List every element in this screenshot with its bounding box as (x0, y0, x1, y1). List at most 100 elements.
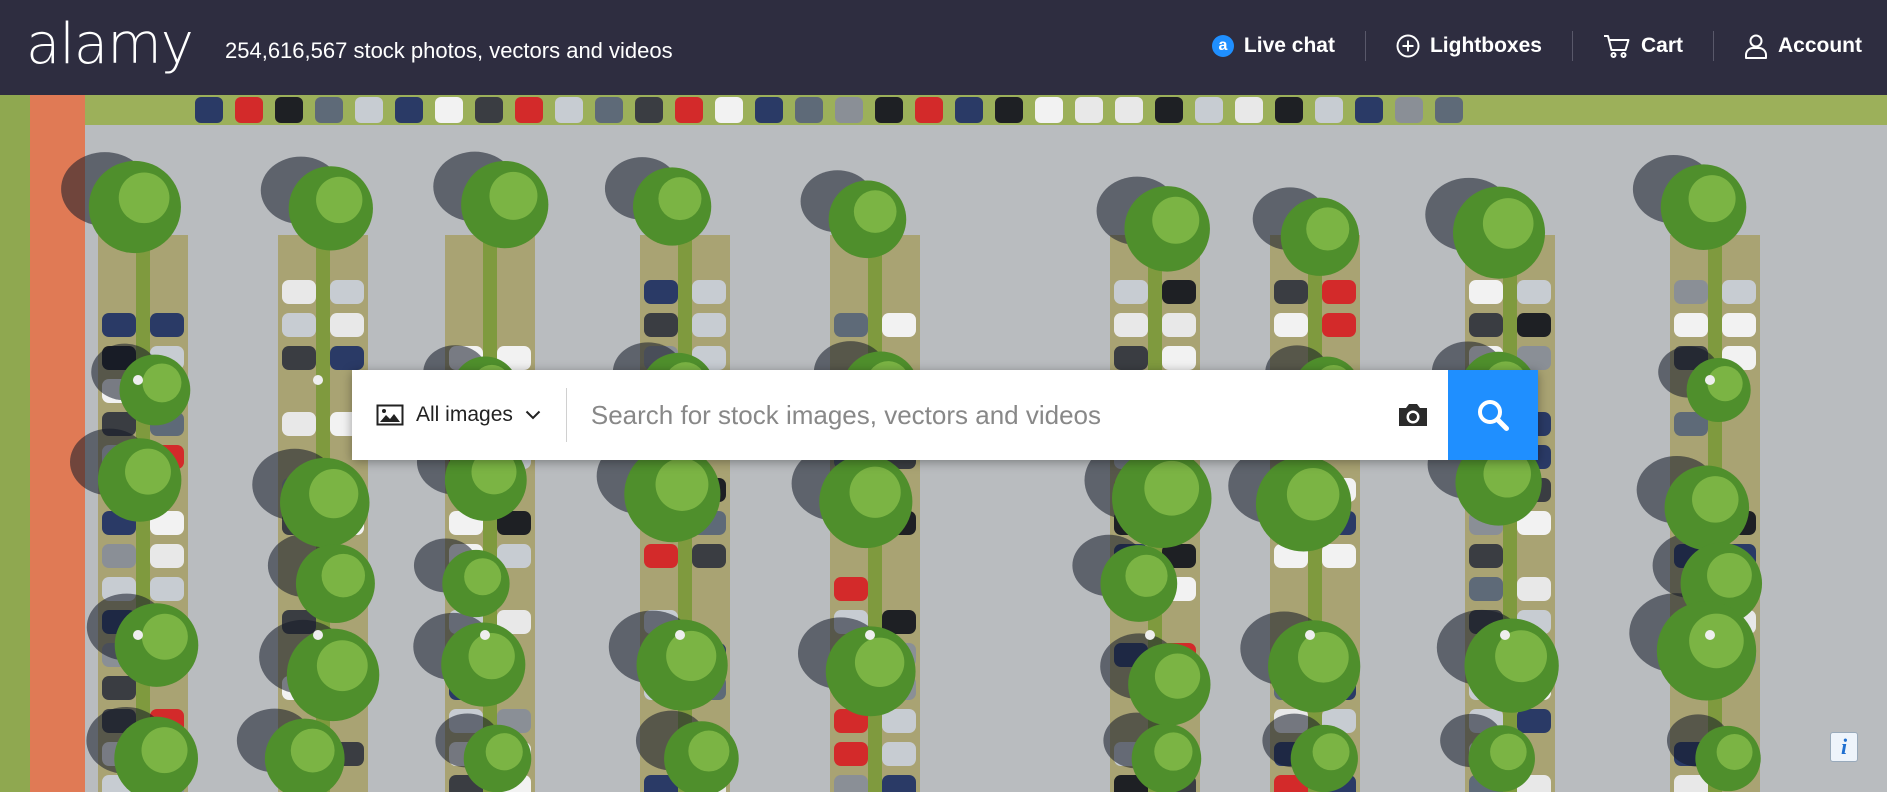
car (1035, 97, 1063, 123)
car (835, 97, 863, 123)
top-nav: a Live chat Lightboxes Cart Account (1182, 26, 1862, 66)
media-type-dropdown[interactable]: All images (352, 370, 567, 460)
tree-highlight (489, 171, 538, 220)
tree-highlight (309, 469, 359, 519)
car (435, 97, 463, 123)
car (1275, 97, 1303, 123)
live-chat-link[interactable]: a Live chat (1182, 30, 1365, 62)
car (1469, 313, 1503, 337)
car (1235, 97, 1263, 123)
lightboxes-link[interactable]: Lightboxes (1366, 30, 1572, 62)
lightboxes-label: Lightboxes (1429, 34, 1542, 57)
alamy-logo[interactable]: alamy (26, 12, 194, 78)
car (315, 97, 343, 123)
car (595, 97, 623, 123)
tree-highlight (1707, 552, 1752, 598)
tree-highlight (655, 458, 709, 511)
tree-highlight (849, 466, 901, 518)
cart-link[interactable]: Cart (1573, 30, 1713, 62)
chevron-down-icon (525, 410, 541, 420)
street-lamp (133, 375, 143, 385)
car (1517, 313, 1551, 337)
car (102, 544, 136, 568)
tree-highlight (1154, 653, 1201, 699)
search-input[interactable] (566, 370, 1378, 460)
tree-highlight (658, 177, 702, 221)
street-lamp (865, 630, 875, 640)
car (834, 775, 868, 792)
car (330, 346, 364, 370)
car (282, 280, 316, 304)
tree-highlight (142, 363, 182, 403)
search-button[interactable] (1448, 370, 1538, 460)
car (102, 676, 136, 700)
tree-highlight (1306, 207, 1350, 251)
info-icon[interactable]: i (1830, 732, 1858, 762)
car (1114, 313, 1148, 337)
tree-highlight (468, 632, 515, 680)
car (515, 97, 543, 123)
car (644, 280, 678, 304)
car (1395, 97, 1423, 123)
car (1517, 709, 1551, 733)
user-icon (1745, 34, 1767, 59)
tree-highlight (1125, 554, 1168, 597)
tree-highlight (1154, 732, 1193, 771)
car (1315, 97, 1343, 123)
tree-highlight (1490, 733, 1527, 771)
car (475, 97, 503, 123)
tree-highlight (125, 448, 171, 495)
car (1517, 577, 1551, 601)
tree-highlight (485, 733, 523, 771)
tree-highlight (1482, 198, 1534, 249)
street-lamp (675, 630, 685, 640)
car (1155, 97, 1183, 123)
car (715, 97, 743, 123)
car (834, 313, 868, 337)
car (1274, 313, 1308, 337)
media-type-label: All images (416, 403, 513, 426)
car (1722, 280, 1756, 304)
account-link[interactable]: Account (1714, 30, 1862, 62)
car (1355, 97, 1383, 123)
car (102, 313, 136, 337)
camera-icon (1399, 404, 1427, 426)
car (755, 97, 783, 123)
tree-highlight (118, 172, 170, 224)
tree-highlight (1689, 613, 1744, 669)
car (1674, 280, 1708, 304)
cart-icon (1603, 35, 1630, 58)
car (1674, 313, 1708, 337)
car (555, 97, 583, 123)
car (1195, 97, 1223, 123)
car (355, 97, 383, 123)
tree-highlight (1297, 631, 1349, 683)
car (1322, 544, 1356, 568)
tree-highlight (854, 637, 905, 688)
plus-circle-icon (1396, 34, 1420, 58)
car (644, 313, 678, 337)
visual-search-button[interactable] (1378, 370, 1448, 460)
car (1322, 280, 1356, 304)
car (330, 280, 364, 304)
car (834, 742, 868, 766)
car (282, 412, 316, 436)
car (795, 97, 823, 123)
tree-highlight (688, 730, 730, 772)
street-lamp (1705, 375, 1715, 385)
car (635, 97, 663, 123)
street-lamp (133, 630, 143, 640)
car (395, 97, 423, 123)
tree-highlight (141, 727, 188, 774)
tree-highlight (316, 176, 363, 224)
car (995, 97, 1023, 123)
car (235, 97, 263, 123)
tree-highlight (464, 558, 502, 596)
car (834, 577, 868, 601)
tagline: 254,616,567 stock photos, vectors and vi… (225, 38, 673, 63)
site-header: alamy 254,616,567 stock photos, vectors … (0, 0, 1887, 95)
car (1517, 280, 1551, 304)
tree-highlight (290, 728, 335, 773)
car (330, 313, 364, 337)
car (195, 97, 223, 123)
